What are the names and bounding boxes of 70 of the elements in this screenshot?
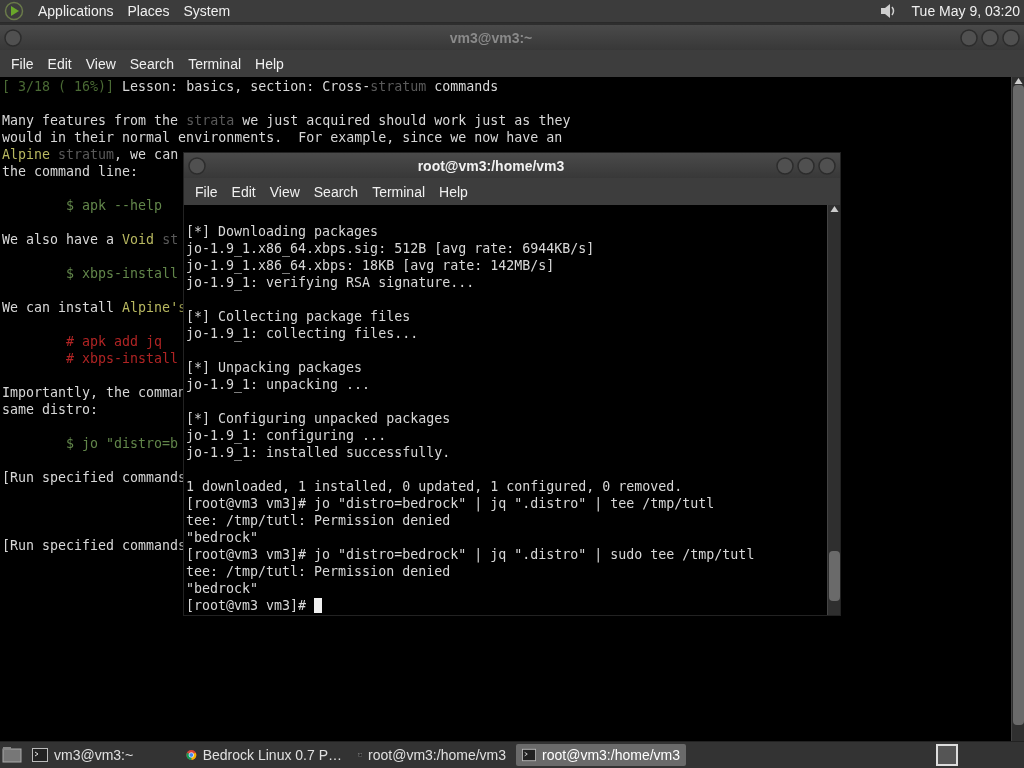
taskbar-item[interactable]: vm3@vm3:~	[26, 744, 176, 766]
terminal-line: the command line:	[2, 163, 139, 180]
close-button[interactable]	[1002, 28, 1020, 47]
terminal-line: [*] Unpacking packages	[186, 359, 363, 376]
terminal-line: [Run specified commands	[2, 537, 187, 554]
terminal-line: [*] Downloading packages	[186, 223, 379, 240]
menu-item[interactable]: View	[262, 183, 307, 200]
browser-icon	[186, 747, 197, 763]
maximize-button[interactable]	[797, 156, 815, 175]
scrollbar[interactable]	[827, 205, 840, 615]
terminal-line: We can install Alpine's	[2, 299, 187, 316]
scroll-thumb[interactable]	[828, 551, 840, 601]
terminal-line: jo-1.9_1: verifying RSA signature...	[186, 274, 475, 291]
terminal-line: "bedrock"	[186, 580, 259, 597]
terminal-line: tee: /tmp/tutl: Permission denied	[186, 563, 451, 580]
terminal-line: [root@vm3 vm3]# jo "distro=bedrock" | jq ".distro" | sudo tee /tmp/tutl	[186, 546, 755, 563]
terminal-line: same distro:	[2, 401, 99, 418]
menu-item[interactable]: Help	[432, 183, 475, 200]
terminal-line: [root@vm3 vm3]#	[186, 597, 307, 614]
menu-item[interactable]: Help	[248, 55, 291, 72]
terminal-line: [*] Collecting package files	[186, 308, 411, 325]
minimize-button[interactable]	[960, 28, 978, 47]
menu-item[interactable]: Search	[122, 55, 182, 72]
taskbar-item[interactable]: root@vm3:/home/vm3	[352, 744, 512, 766]
terminal-line: "bedrock"	[186, 529, 259, 546]
taskbar-item[interactable]: root@vm3:/home/vm3	[516, 744, 686, 766]
terminal-line: jo-1.9_1: installed successfully.	[186, 444, 451, 461]
panel-menu[interactable]: System	[183, 3, 231, 19]
window-menu-button[interactable]	[4, 28, 22, 47]
menu-item[interactable]: Search	[306, 183, 366, 200]
terminal-line: $ apk --help	[65, 197, 163, 214]
taskbar-item[interactable]: Bedrock Linux 0.7 P…	[180, 744, 348, 766]
terminal-line: $ xbps-install	[65, 265, 179, 282]
terminal-line: We also have a Void st	[2, 231, 179, 248]
terminal-line: Many features from the strata we just acquired should work just as they	[2, 112, 571, 129]
terminal-line: [Run specified commands	[2, 469, 187, 486]
close-button[interactable]	[818, 156, 836, 175]
terminal-line: jo-1.9_1.x86_64.xbps: 18KB [avg rate: 142MB/s]	[186, 257, 555, 274]
menu-item[interactable]: View	[78, 55, 123, 72]
terminal-line: jo-1.9_1: unpacking ...	[186, 376, 371, 393]
window-menu-button[interactable]	[188, 156, 206, 175]
clock[interactable]: Tue May 9, 03:20	[911, 3, 1020, 19]
terminal-line: [*] Configuring unpacked packages	[186, 410, 451, 427]
menu-item[interactable]: Terminal	[365, 183, 433, 200]
window-title: root@vm3:/home/vm3	[416, 157, 566, 174]
maximize-button[interactable]	[981, 28, 999, 47]
menu-item[interactable]: Edit	[224, 183, 263, 200]
terminal-line: tee: /tmp/tutl: Permission denied	[186, 512, 451, 529]
terminal-line: Alpine stratum, we can	[2, 146, 179, 163]
menu-item[interactable]: Edit	[40, 55, 79, 72]
terminal-line: # xbps-install	[65, 350, 179, 367]
panel-menu[interactable]: Places	[127, 3, 170, 19]
menu-item[interactable]: File	[4, 55, 41, 72]
panel-menu[interactable]: Applications	[38, 3, 114, 19]
desktop-icon[interactable]	[2, 746, 22, 764]
terminal-line: would in their normal environments. For example, since we now have an	[2, 129, 563, 146]
menu-item[interactable]: File	[188, 183, 225, 200]
terminal-line: # apk add jq	[65, 333, 163, 350]
window-title: vm3@vm3:~	[448, 29, 534, 46]
terminal-line: $ jo "distro=b	[65, 435, 179, 452]
workspace-icon[interactable]	[936, 744, 958, 766]
minimize-button[interactable]	[776, 156, 794, 175]
logo-icon[interactable]	[4, 1, 24, 21]
terminal-line: [root@vm3 vm3]# jo "distro=bedrock" | jq ".distro" | tee /tmp/tutl	[186, 495, 715, 512]
terminal-line: jo-1.9_1.x86_64.xbps.sig: 512B [avg rate: 6944KB/s]	[186, 240, 595, 257]
terminal-line: [ 3/18 ( 16%)] Lesson: basics, section: Cross-stratum commands	[2, 78, 499, 95]
terminal-line: jo-1.9_1: configuring ...	[186, 427, 387, 444]
terminal-line: jo-1.9_1: collecting files...	[186, 325, 419, 342]
menu-item[interactable]: Terminal	[181, 55, 249, 72]
terminal-line: 1 downloaded, 1 installed, 0 updated, 1 configured, 0 removed.	[186, 478, 683, 495]
